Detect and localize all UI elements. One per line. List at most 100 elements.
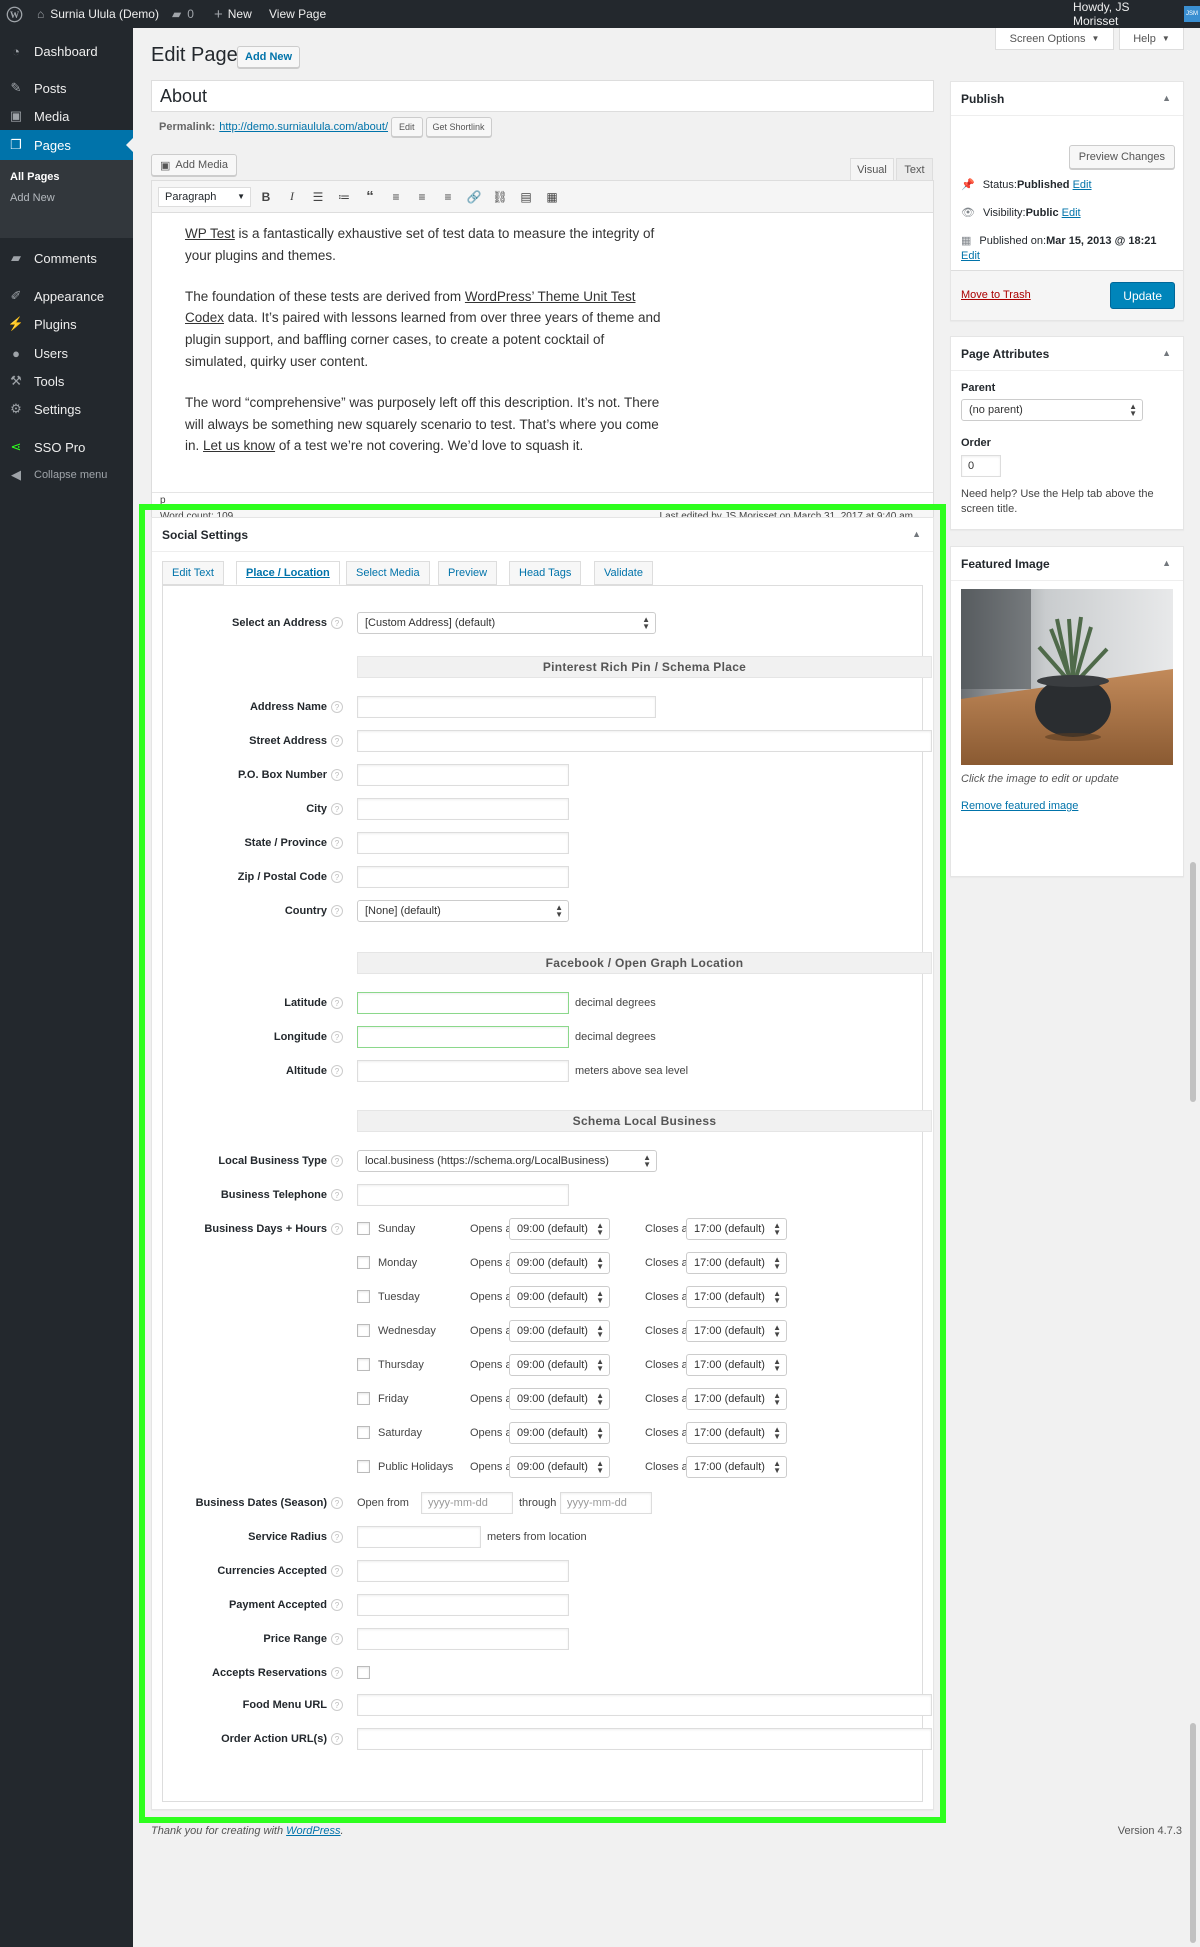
italic-icon[interactable]: I (281, 186, 303, 208)
align-right-icon[interactable]: ≡ (437, 186, 459, 208)
add-media-button[interactable]: ▣ Add Media (151, 154, 237, 176)
service-radius-input[interactable] (357, 1526, 481, 1548)
read-more-icon[interactable]: ▤ (515, 186, 537, 208)
help-icon[interactable]: ? (331, 617, 343, 629)
tab-place-location[interactable]: Place / Location (236, 561, 340, 585)
help-icon[interactable]: ? (331, 905, 343, 917)
date-edit-link[interactable]: Edit (961, 250, 980, 262)
view-page-link[interactable]: View Page (269, 0, 326, 28)
date-through-input[interactable]: yyyy-mm-dd (560, 1492, 652, 1514)
price-range-input[interactable] (357, 1628, 569, 1650)
blockquote-icon[interactable]: “ (359, 186, 381, 208)
day-checkbox[interactable] (357, 1426, 370, 1439)
menu-users[interactable]: ● Users (0, 339, 133, 367)
collapse-toggle-icon[interactable]: ▲ (1162, 558, 1171, 568)
closes-at-dropdown[interactable]: 17:00 (default) ▲ ▼ (686, 1218, 787, 1240)
metabox-header[interactable]: Page Attributes ▲ (951, 337, 1183, 371)
menu-posts[interactable]: ✎ Posts (0, 74, 133, 102)
editor-content[interactable]: WP Test is a fantastically exhaustive se… (185, 223, 665, 457)
menu-plugins[interactable]: ⚡ Plugins (0, 310, 133, 338)
day-checkbox[interactable] (357, 1324, 370, 1337)
help-icon[interactable]: ? (331, 701, 343, 713)
help-icon[interactable]: ? (331, 1531, 343, 1543)
metabox-header[interactable]: Social Settings ▲ (152, 518, 933, 552)
currencies-input[interactable] (357, 1560, 569, 1582)
tab-head-tags[interactable]: Head Tags (509, 561, 582, 585)
telephone-input[interactable] (357, 1184, 569, 1206)
closes-at-dropdown[interactable]: 17:00 (default) ▲ ▼ (686, 1422, 787, 1444)
help-icon[interactable]: ? (331, 1699, 343, 1711)
day-checkbox[interactable] (357, 1358, 370, 1371)
featured-image[interactable] (961, 589, 1173, 765)
menu-tools[interactable]: ⚒ Tools (0, 367, 133, 395)
collapse-toggle-icon[interactable]: ▲ (1162, 93, 1171, 103)
day-checkbox[interactable] (357, 1256, 370, 1269)
unlink-icon[interactable]: ⛓ (489, 186, 511, 208)
day-checkbox[interactable] (357, 1392, 370, 1405)
closes-at-dropdown[interactable]: 17:00 (default) ▲ ▼ (686, 1320, 787, 1342)
menu-appearance[interactable]: ✐ Appearance (0, 282, 133, 310)
help-icon[interactable]: ? (331, 1497, 343, 1509)
help-icon[interactable]: ? (331, 735, 343, 747)
screen-options-button[interactable]: Screen Options ▼ (995, 28, 1114, 50)
city-input[interactable] (357, 798, 569, 820)
align-left-icon[interactable]: ≡ (385, 186, 407, 208)
opens-at-dropdown[interactable]: 09:00 (default) ▲ ▼ (509, 1320, 610, 1342)
help-icon[interactable]: ? (331, 1031, 343, 1043)
help-button[interactable]: Help ▼ (1119, 28, 1184, 50)
wordpress-logo-icon[interactable]: W (6, 0, 23, 28)
comments-link[interactable]: ▰ 0 (172, 0, 194, 28)
help-icon[interactable]: ? (331, 1599, 343, 1611)
closes-at-dropdown[interactable]: 17:00 (default) ▲ ▼ (686, 1354, 787, 1376)
closes-at-dropdown[interactable]: 17:00 (default) ▲ ▼ (686, 1388, 787, 1410)
align-center-icon[interactable]: ≡ (411, 186, 433, 208)
permalink-url[interactable]: http://demo.surniaulula.com/about/ (219, 121, 388, 133)
menu-pages[interactable]: ❐ Pages (0, 130, 133, 160)
help-icon[interactable]: ? (331, 803, 343, 815)
opens-at-dropdown[interactable]: 09:00 (default) ▲ ▼ (509, 1286, 610, 1308)
help-icon[interactable]: ? (331, 1189, 343, 1201)
day-checkbox[interactable] (357, 1460, 370, 1473)
country-dropdown[interactable]: [None] (default) ▲ ▼ (357, 900, 569, 922)
opens-at-dropdown[interactable]: 09:00 (default) ▲ ▼ (509, 1422, 610, 1444)
site-name-link[interactable]: ⌂ Surnia Ulula (Demo) (37, 0, 159, 28)
menu-sso-pro[interactable]: ⋖ SSO Pro (0, 433, 133, 461)
add-new-button[interactable]: Add New (237, 46, 301, 68)
numbered-list-icon[interactable]: ≔ (333, 186, 355, 208)
payment-input[interactable] (357, 1594, 569, 1616)
closes-at-dropdown[interactable]: 17:00 (default) ▲ ▼ (686, 1286, 787, 1308)
visibility-edit-link[interactable]: Edit (1062, 207, 1081, 219)
opens-at-dropdown[interactable]: 09:00 (default) ▲ ▼ (509, 1388, 610, 1410)
help-icon[interactable]: ? (331, 837, 343, 849)
tab-preview[interactable]: Preview (438, 561, 498, 585)
metabox-header[interactable]: Publish ▲ (951, 82, 1183, 116)
bold-icon[interactable]: B (255, 186, 277, 208)
get-shortlink-button[interactable]: Get Shortlink (425, 117, 492, 137)
tab-validate[interactable]: Validate (594, 561, 653, 585)
move-to-trash-link[interactable]: Move to Trash (961, 289, 1031, 301)
update-button[interactable]: Update (1110, 282, 1175, 309)
collapse-toggle-icon[interactable]: ▲ (1162, 348, 1171, 358)
latitude-input[interactable] (357, 992, 569, 1014)
link-icon[interactable]: 🔗 (463, 186, 485, 208)
submenu-add-new[interactable]: Add New (0, 192, 133, 204)
submenu-all-pages[interactable]: All Pages (0, 171, 133, 183)
format-select[interactable]: Paragraph ▼ (158, 186, 251, 207)
wordpress-link[interactable]: WordPress (286, 1825, 340, 1837)
altitude-input[interactable] (357, 1060, 569, 1082)
closes-at-dropdown[interactable]: 17:00 (default) ▲ ▼ (686, 1456, 787, 1478)
status-edit-link[interactable]: Edit (1073, 179, 1092, 191)
menu-comments[interactable]: ▰ Comments (0, 244, 133, 272)
opens-at-dropdown[interactable]: 09:00 (default) ▲ ▼ (509, 1218, 610, 1240)
help-icon[interactable]: ? (331, 1667, 343, 1679)
order-action-url-input[interactable] (357, 1728, 932, 1750)
help-icon[interactable]: ? (331, 1565, 343, 1577)
help-icon[interactable]: ? (331, 1065, 343, 1077)
bullet-list-icon[interactable]: ☰ (307, 186, 329, 208)
tab-edit-text[interactable]: Edit Text (162, 561, 224, 585)
scrollbar-thumb[interactable] (1190, 1723, 1196, 1943)
opens-at-dropdown[interactable]: 09:00 (default) ▲ ▼ (509, 1456, 610, 1478)
help-icon[interactable]: ? (331, 1155, 343, 1167)
scrollbar-thumb[interactable] (1190, 862, 1196, 1102)
parent-dropdown[interactable]: (no parent) ▲ ▼ (961, 399, 1143, 421)
